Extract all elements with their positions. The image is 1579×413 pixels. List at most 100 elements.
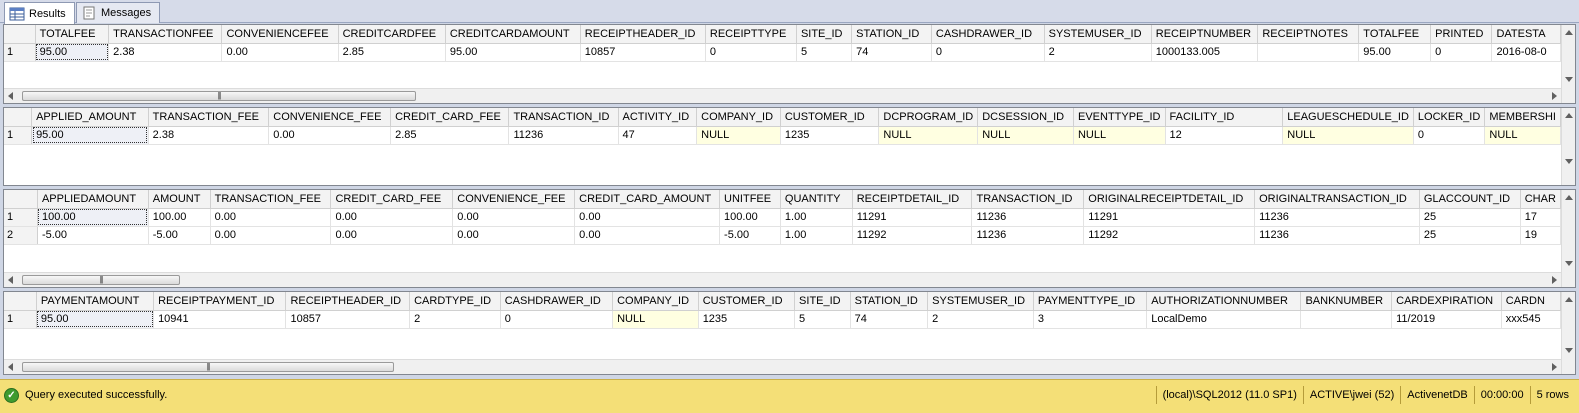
row-number[interactable]: 1 <box>4 43 36 62</box>
table-cell[interactable]: 0 <box>705 43 797 62</box>
table-cell[interactable] <box>1257 43 1360 62</box>
vertical-scrollbar[interactable] <box>1561 25 1575 103</box>
table-cell[interactable]: 11291 <box>1083 208 1256 227</box>
table-cell[interactable]: 2 <box>1044 43 1152 62</box>
table-cell[interactable]: 11292 <box>1083 226 1256 245</box>
table-cell[interactable]: 0.00 <box>574 208 721 227</box>
scroll-up-icon[interactable] <box>1565 297 1573 302</box>
scroll-down-icon[interactable] <box>1565 159 1573 164</box>
table-cell[interactable]: 0 <box>1430 43 1493 62</box>
table-cell[interactable]: 100.00 <box>719 208 781 227</box>
table-cell[interactable]: 19 <box>1520 226 1561 245</box>
column-header[interactable]: DATESTA <box>1491 25 1561 44</box>
table-cell[interactable] <box>1300 310 1393 329</box>
table-cell[interactable]: -5.00 <box>37 226 149 245</box>
table-row[interactable]: 1 100.00 100.00 0.00 0.00 0.00 0.00 100.… <box>4 208 1561 227</box>
column-header[interactable]: TOTALFEE <box>1358 25 1432 44</box>
table-cell[interactable]: 0.00 <box>330 208 454 227</box>
table-cell[interactable]: 11236 <box>508 126 619 145</box>
table-cell[interactable]: 95.00 <box>36 310 155 329</box>
table-cell[interactable]: 25 <box>1419 226 1521 245</box>
table-cell[interactable]: 95.00 <box>445 43 581 62</box>
table-cell[interactable]: 5 <box>794 310 851 329</box>
null-cell[interactable]: NULL <box>612 310 699 329</box>
column-header[interactable]: MEMBERSHI <box>1484 108 1561 127</box>
table-cell[interactable]: 2016-08-0 <box>1491 43 1561 62</box>
table-cell[interactable]: 0.00 <box>452 226 576 245</box>
row-number[interactable]: 1 <box>4 126 33 145</box>
tab-messages[interactable]: Messages <box>76 2 161 23</box>
table-cell[interactable]: 95.00 <box>31 126 149 145</box>
column-header[interactable]: APPLIEDAMOUNT <box>37 190 149 209</box>
column-header[interactable]: CONVENIENCE_FEE <box>452 190 576 209</box>
table-cell[interactable]: 3 <box>1033 310 1148 329</box>
scroll-down-icon[interactable] <box>1565 348 1573 353</box>
column-header[interactable]: TOTALFEE <box>35 25 110 44</box>
column-header[interactable]: TRANSACTION_FEE <box>148 108 270 127</box>
table-cell[interactable]: 0.00 <box>574 226 721 245</box>
column-header[interactable]: CARDTYPE_ID <box>409 292 501 311</box>
column-header[interactable]: TRANSACTION_FEE <box>210 190 332 209</box>
column-header[interactable]: SITE_ID <box>796 25 853 44</box>
scroll-up-icon[interactable] <box>1565 30 1573 35</box>
table-cell[interactable]: LocalDemo <box>1146 310 1302 329</box>
column-header[interactable]: RECEIPTHEADER_ID <box>580 25 706 44</box>
result-grid-3[interactable]: APPLIEDAMOUNT AMOUNT TRANSACTION_FEE CRE… <box>3 189 1576 288</box>
row-number[interactable]: 1 <box>4 208 38 227</box>
table-cell[interactable]: xxx545 <box>1501 310 1561 329</box>
column-header[interactable]: CREDITCARDFEE <box>338 25 446 44</box>
table-cell[interactable]: 2.85 <box>390 126 510 145</box>
tab-results[interactable]: Results <box>4 2 75 24</box>
column-header[interactable]: CREDITCARDAMOUNT <box>445 25 581 44</box>
horizontal-scrollbar[interactable]: ||| <box>4 359 1561 374</box>
scroll-up-icon[interactable] <box>1565 113 1573 118</box>
column-header[interactable]: DCSESSION_ID <box>977 108 1074 127</box>
column-header[interactable]: RECEIPTDETAIL_ID <box>852 190 973 209</box>
table-cell[interactable]: 2 <box>927 310 1034 329</box>
column-header[interactable]: RECEIPTHEADER_ID <box>285 292 411 311</box>
column-header[interactable]: COMPANY_ID <box>612 292 699 311</box>
table-cell[interactable]: 11236 <box>971 226 1085 245</box>
table-cell[interactable]: 25 <box>1419 208 1521 227</box>
column-header[interactable]: FACILITY_ID <box>1165 108 1284 127</box>
column-header[interactable]: ORIGINALTRANSACTION_ID <box>1254 190 1420 209</box>
column-header[interactable]: CREDIT_CARD_FEE <box>330 190 454 209</box>
table-cell[interactable]: 1000133.005 <box>1151 43 1259 62</box>
table-cell[interactable]: 0.00 <box>210 226 332 245</box>
table-cell[interactable]: 1.00 <box>780 226 853 245</box>
column-header[interactable]: PAYMENTAMOUNT <box>36 292 155 311</box>
result-grid-4[interactable]: PAYMENTAMOUNT RECEIPTPAYMENT_ID RECEIPTH… <box>3 291 1576 375</box>
column-header[interactable]: UNITFEE <box>719 190 781 209</box>
column-header[interactable]: AUTHORIZATIONNUMBER <box>1146 292 1302 311</box>
column-header[interactable]: ORIGINALRECEIPTDETAIL_ID <box>1083 190 1256 209</box>
column-header[interactable]: RECEIPTTYPE <box>705 25 797 44</box>
scroll-right-icon[interactable] <box>1552 363 1557 371</box>
vertical-scrollbar[interactable] <box>1561 292 1575 374</box>
column-header[interactable]: RECEIPTNOTES <box>1257 25 1360 44</box>
table-cell[interactable]: 1.00 <box>780 208 853 227</box>
table-cell[interactable]: 2 <box>409 310 501 329</box>
table-cell[interactable]: 74 <box>850 310 929 329</box>
column-header[interactable]: CHAR <box>1520 190 1561 209</box>
column-header[interactable]: STATION_ID <box>851 25 932 44</box>
scroll-right-icon[interactable] <box>1552 276 1557 284</box>
scroll-down-icon[interactable] <box>1565 261 1573 266</box>
row-number[interactable]: 2 <box>4 226 38 245</box>
table-cell[interactable]: 1235 <box>698 310 796 329</box>
table-cell[interactable]: 11236 <box>1254 226 1420 245</box>
column-header[interactable]: TRANSACTION_ID <box>971 190 1085 209</box>
column-header[interactable]: QUANTITY <box>780 190 853 209</box>
table-cell[interactable]: 11/2019 <box>1391 310 1502 329</box>
null-cell[interactable]: NULL <box>1282 126 1414 145</box>
column-header[interactable]: CARDN <box>1501 292 1561 311</box>
table-cell[interactable]: 100.00 <box>37 208 149 227</box>
column-header[interactable]: AMOUNT <box>148 190 211 209</box>
table-cell[interactable]: 17 <box>1520 208 1561 227</box>
table-cell[interactable]: 11236 <box>971 208 1085 227</box>
column-header[interactable]: CASHDRAWER_ID <box>931 25 1045 44</box>
column-header[interactable]: CREDIT_CARD_AMOUNT <box>574 190 721 209</box>
column-header[interactable]: CASHDRAWER_ID <box>500 292 614 311</box>
column-header[interactable]: BANKNUMBER <box>1300 292 1393 311</box>
table-cell[interactable]: 95.00 <box>1358 43 1432 62</box>
table-cell[interactable]: -5.00 <box>719 226 781 245</box>
